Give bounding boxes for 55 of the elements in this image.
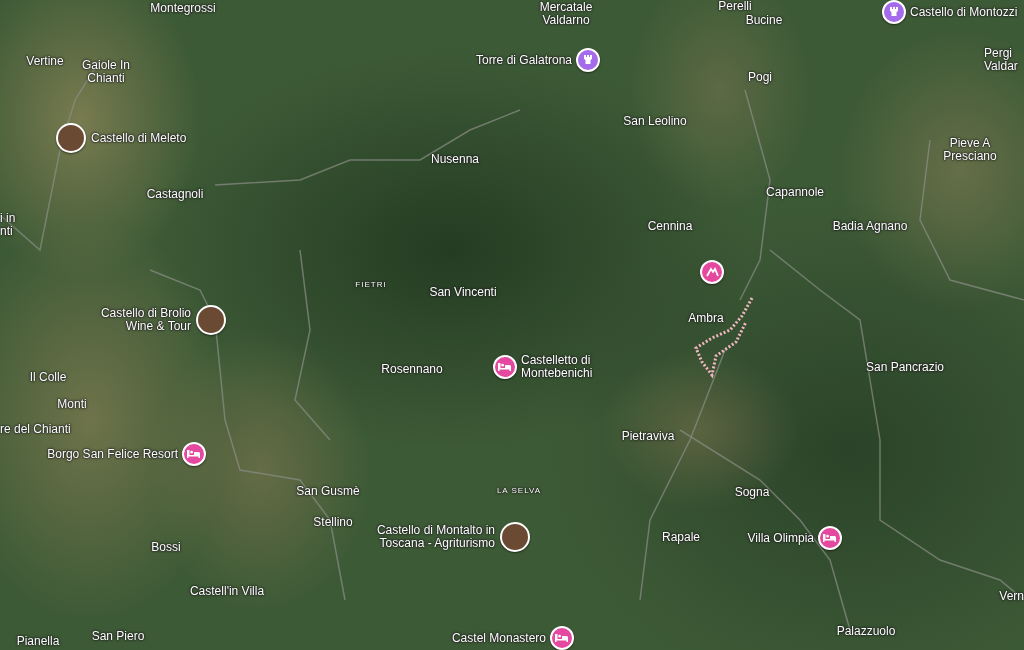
place-label: Sogna (734, 485, 770, 499)
place-label: Bossi (151, 540, 181, 554)
place-label: Il Colle (29, 370, 67, 384)
place-label[interactable]: Castello di Meleto (91, 131, 187, 145)
place-label[interactable]: Castello di Montozzi (910, 5, 1018, 19)
hotel-pin-icon[interactable] (493, 355, 517, 379)
place-label: Badia Agnano (832, 219, 908, 233)
place-label: Rapale (662, 530, 700, 544)
place-label: re del Chianti (0, 422, 71, 436)
place-label: Nusenna (431, 152, 479, 166)
place-label: Cennina (647, 219, 693, 233)
place-label: San Leolino (623, 114, 687, 128)
place-label[interactable]: Torre di Galatrona (475, 53, 572, 67)
place-label: Montegrossi (150, 1, 216, 15)
place-label: Palazzuolo (836, 624, 896, 638)
place-label: Capannole (765, 185, 825, 199)
activity-pin-icon[interactable] (700, 260, 724, 284)
photo-pin-icon[interactable] (196, 305, 226, 335)
place-label: San Piero (91, 629, 145, 643)
castle-pin-icon[interactable] (576, 48, 600, 72)
photo-pin-icon[interactable] (56, 123, 86, 153)
place-label[interactable]: Villa Olimpia (747, 531, 814, 545)
place-label: Gaiole In Chianti (81, 59, 131, 85)
place-label: Perelli (718, 0, 752, 13)
place-label: Pieve A Presciano (942, 137, 998, 163)
place-label: i in nti (0, 212, 17, 238)
place-label: Bucine (745, 13, 783, 27)
place-label[interactable]: Castello di Montalto in Toscana - Agriturismo (365, 524, 495, 550)
place-label: Mercatale Valdarno (538, 1, 594, 27)
place-label: Monti (57, 397, 87, 411)
place-label[interactable]: Borgo San Felice Resort (47, 447, 178, 461)
place-label: Castagnoli (146, 187, 204, 201)
place-label: Vertine (26, 54, 64, 68)
place-label: San Pancrazio (866, 360, 944, 374)
photo-pin-icon[interactable] (500, 522, 530, 552)
castle-pin-icon[interactable] (882, 0, 906, 24)
place-label[interactable]: Castelletto di Montebenichi (521, 354, 631, 380)
place-label[interactable]: Castello di Brolio Wine & Tour (71, 307, 191, 333)
hotel-pin-icon[interactable] (182, 442, 206, 466)
hotel-pin-icon[interactable] (550, 626, 574, 650)
area-label: LA SELVA (496, 485, 542, 495)
place-label: Pietraviva (621, 429, 675, 443)
place-label: Rosennano (381, 362, 443, 376)
place-label[interactable]: Castel Monastero (451, 631, 546, 645)
place-label: Stellino (313, 515, 353, 529)
place-label: San Gusmè (296, 484, 360, 498)
place-label: Pianella (16, 634, 60, 648)
place-label: San Vincenti (429, 285, 497, 299)
area-label: FIETRI (355, 279, 387, 289)
place-label: Castell'in Villa (189, 584, 265, 598)
place-label: Vern (999, 589, 1024, 603)
hotel-pin-icon[interactable] (818, 526, 842, 550)
place-label: Pogi (748, 70, 772, 84)
place-label: Pergi Valdar (984, 47, 1019, 73)
place-label: Ambra (688, 311, 724, 325)
